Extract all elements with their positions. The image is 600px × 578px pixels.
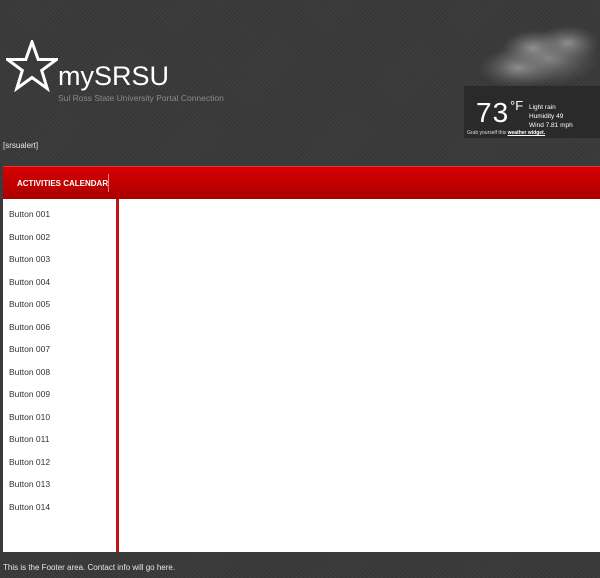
sidebar-button-011[interactable]: Button 011: [9, 434, 50, 444]
weather-humidity: Humidity 49: [529, 113, 564, 120]
main-nav-bar: ACTIVITIES CALENDAR: [3, 166, 600, 200]
sidebar-button-005[interactable]: Button 005: [9, 299, 50, 309]
sidebar-button-009[interactable]: Button 009: [9, 389, 50, 399]
weather-unit: °F: [510, 98, 524, 113]
nav-separator: [108, 174, 109, 192]
weather-widget-link[interactable]: weather widget.: [508, 130, 546, 136]
sidebar-button-008[interactable]: Button 008: [9, 367, 50, 377]
sidebar-button-003[interactable]: Button 003: [9, 254, 50, 264]
sidebar-button-002[interactable]: Button 002: [9, 232, 50, 242]
sidebar-button-014[interactable]: Button 014: [9, 502, 50, 512]
content-area: Button 001 Button 002 Button 003 Button …: [3, 199, 600, 552]
weather-credit-text: Grab yourself this: [467, 130, 507, 136]
sidebar-button-012[interactable]: Button 012: [9, 457, 50, 467]
weather-widget: 73 °F Light rain Humidity 49 Wind 7.81 m…: [464, 86, 600, 138]
weather-condition: Light rain: [529, 104, 556, 111]
sidebar-button-006[interactable]: Button 006: [9, 322, 50, 332]
weather-wind: Wind 7.81 mph: [529, 122, 573, 129]
brand-tagline: Sul Ross State University Portal Connect…: [58, 93, 224, 103]
brand-title[interactable]: mySRSU: [58, 61, 169, 91]
sidebar-button-013[interactable]: Button 013: [9, 479, 50, 489]
nav-activities-calendar[interactable]: ACTIVITIES CALENDAR: [3, 167, 122, 200]
sidebar: Button 001 Button 002 Button 003 Button …: [3, 199, 119, 552]
sidebar-button-007[interactable]: Button 007: [9, 344, 50, 354]
sidebar-button-001[interactable]: Button 001: [9, 209, 50, 219]
alert-shortcode: [srsualert]: [3, 141, 39, 150]
star-logo-icon[interactable]: [6, 40, 58, 92]
weather-credit: Grab yourself this weather widget.: [467, 130, 545, 136]
main-panel: [119, 199, 600, 552]
header: mySRSU Sul Ross State University Portal …: [0, 0, 600, 165]
sidebar-button-010[interactable]: Button 010: [9, 412, 50, 422]
sidebar-button-004[interactable]: Button 004: [9, 277, 50, 287]
weather-temperature: 73: [476, 97, 510, 128]
footer-text: This is the Footer area. Contact info wi…: [3, 563, 176, 572]
